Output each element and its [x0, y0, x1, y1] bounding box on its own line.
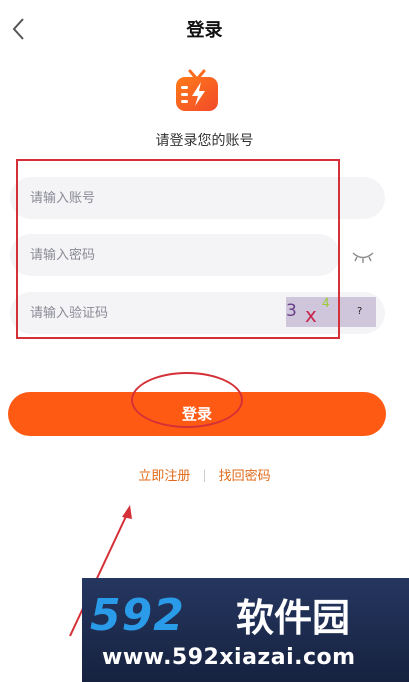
captcha-char: x: [305, 303, 317, 327]
watermark-url: www.592xiazai.com: [102, 645, 356, 670]
captcha-char: 3: [286, 301, 297, 321]
register-link[interactable]: 立即注册: [138, 465, 190, 484]
recover-password-link[interactable]: 找回密码: [219, 465, 271, 484]
login-button[interactable]: 登录: [8, 392, 386, 436]
password-visibility-toggle[interactable]: [350, 245, 376, 267]
tv-lightning-icon: [176, 69, 218, 111]
page-title: 登录: [186, 20, 223, 41]
watermark-banner: 592 软件园 www.592xiazai.com: [82, 578, 409, 682]
watermark-brand-name: 软件园: [236, 596, 351, 640]
auth-links: 立即注册 | 找回密码: [0, 465, 409, 485]
captcha-char: 4: [322, 296, 330, 310]
account-input[interactable]: [10, 177, 385, 219]
captcha-image[interactable]: 3 x 4 ?: [286, 296, 376, 327]
captcha-char: ?: [357, 306, 363, 317]
app-logo: [175, 69, 219, 113]
account-field: [10, 177, 385, 219]
password-field: [10, 234, 340, 276]
login-subtitle: 请登录您的账号: [155, 133, 254, 149]
eye-closed-icon: [352, 252, 374, 263]
password-input[interactable]: [10, 234, 340, 276]
watermark-brand-number: 592: [90, 590, 185, 641]
link-separator: |: [202, 467, 207, 482]
